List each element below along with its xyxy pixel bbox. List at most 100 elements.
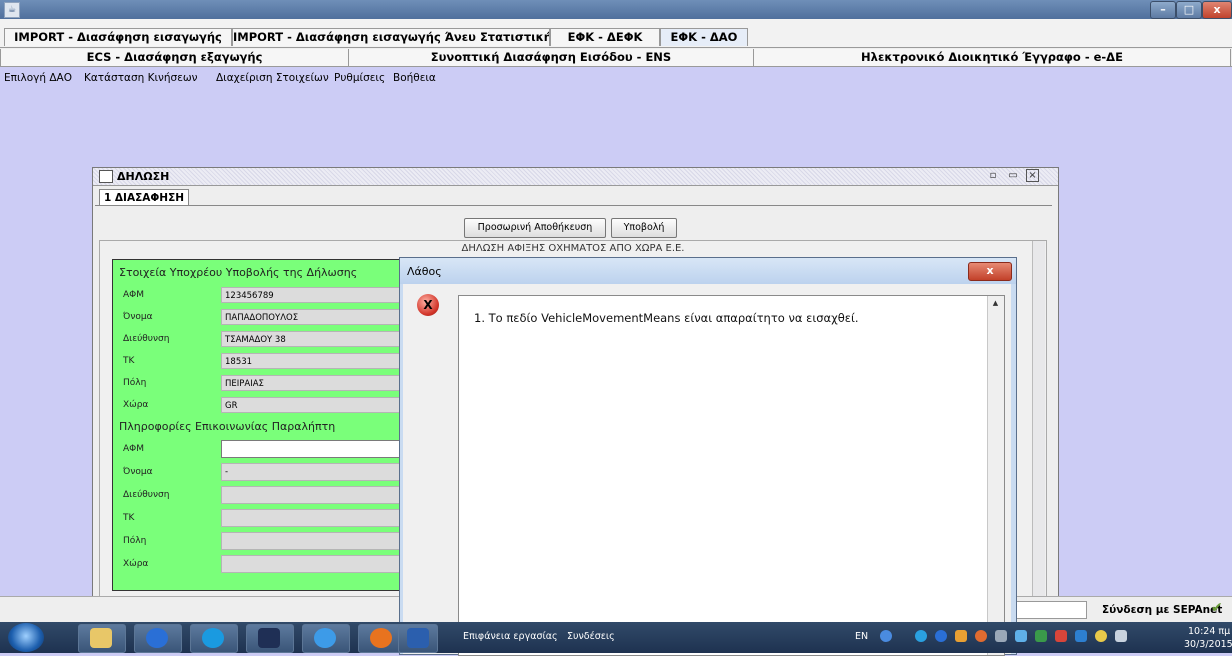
scroll-up-icon[interactable]: ▲ xyxy=(991,299,1000,308)
frame-restore-icon[interactable]: ▭ xyxy=(1006,169,1020,183)
form-heading: ΔΗΛΩΣΗ ΑΦΙΞΗΣ ΟΧΗΜΑΤΟΣ ΑΠΟ ΧΩΡΑ Ε.Ε. xyxy=(461,243,685,254)
system-tray: EN xyxy=(825,626,1127,648)
recipient-afm-field[interactable] xyxy=(221,440,403,458)
recipient-section-title: Πληροφορίες Επικοινωνίας Παραλήπτη xyxy=(119,420,336,433)
chrome-icon xyxy=(146,628,168,648)
recipient-country-label: Χώρα xyxy=(123,559,149,569)
tab-declaration[interactable]: 1 ΔΙΑΣΑΦΗΣΗ xyxy=(99,189,189,206)
tray-bell-icon[interactable] xyxy=(995,630,1007,642)
tray-drive-icon[interactable] xyxy=(1035,630,1047,642)
declarant-address-label: Διεύθυνση xyxy=(123,334,170,344)
status-field xyxy=(1015,601,1087,619)
declarant-postcode-label: ΤΚ xyxy=(123,356,135,366)
tab-import-no-stats[interactable]: IMPORT - Διασάφηση εισαγωγής Άνευ Στατισ… xyxy=(232,28,550,46)
declarant-city-label: Πόλη xyxy=(123,378,147,388)
taskbar: Επιφάνεια εργασίας Συνδέσεις EN 10:24 πμ… xyxy=(0,622,1232,653)
declarant-country-field[interactable]: GR xyxy=(221,397,403,413)
connections-toolbar[interactable]: Συνδέσεις xyxy=(567,631,615,642)
temporary-save-button[interactable]: Προσωρινή Αποθήκευση xyxy=(464,218,606,238)
tab-ecs-export[interactable]: ECS - Διασάφηση εξαγωγής xyxy=(0,49,349,66)
tray-pdf-icon[interactable] xyxy=(1055,630,1067,642)
minimize-button[interactable]: – xyxy=(1150,1,1176,19)
menu-manage-data[interactable]: Διαχείριση Στοιχείων xyxy=(216,72,329,84)
dialog-body: X 1. Το πεδίο VehicleMovementMeans είναι… xyxy=(403,284,1011,656)
declarant-name-label: Όνομα xyxy=(123,312,153,322)
language-indicator[interactable]: EN xyxy=(855,631,868,642)
error-message: 1. Το πεδίο VehicleMovementMeans είναι α… xyxy=(474,311,859,325)
menu-movement-status[interactable]: Κατάσταση Κινήσεων xyxy=(84,72,198,84)
window-title-bar: ☕ – □ x xyxy=(0,0,1232,19)
frame-icon xyxy=(99,170,113,183)
taskbar-explorer[interactable] xyxy=(78,624,126,653)
tray-chrome-icon[interactable] xyxy=(935,630,947,642)
frame-minimize-icon[interactable]: ▫ xyxy=(986,169,1000,183)
declarant-afm-label: ΑΦΜ xyxy=(123,290,145,300)
declarant-afm-field[interactable]: 123456789 xyxy=(221,287,403,303)
frame-title-bar[interactable]: ΔΗΛΩΣΗ ▫ ▭ × xyxy=(93,168,1058,186)
menu-select-dao[interactable]: Επιλογή ΔΑΟ xyxy=(4,72,72,84)
clock-time[interactable]: 10:24 πμ xyxy=(1188,626,1230,637)
tray-security-icon[interactable] xyxy=(975,630,987,642)
tab-ens[interactable]: Συνοπτική Διασάφηση Εισόδου - ENS xyxy=(348,49,754,66)
message-scrollbar[interactable]: ▲ xyxy=(987,296,1004,655)
ie-icon xyxy=(314,628,336,648)
recipient-country-field[interactable] xyxy=(221,555,403,573)
help-icon[interactable] xyxy=(880,630,892,642)
taskbar-word[interactable] xyxy=(398,624,438,653)
recipient-address-field[interactable] xyxy=(221,486,403,504)
menu-help[interactable]: Βοήθεια xyxy=(393,72,436,84)
parties-panel: Στοιχεία Υποχρέου Υποβολής της Δήλωσης Α… xyxy=(112,259,404,591)
module-tabs-row-2: ECS - Διασάφηση εξαγωγής Συνοπτική Διασά… xyxy=(0,48,1232,67)
recipient-afm-label: ΑΦΜ xyxy=(123,444,145,454)
dialog-title: Λάθος xyxy=(407,265,442,278)
tray-volume-icon[interactable] xyxy=(1115,630,1127,642)
dialog-close-button[interactable]: x xyxy=(968,262,1012,281)
menu-bar: Επιλογή ΔΑΟ Κατάσταση Κινήσεων Διαχείρισ… xyxy=(0,67,1232,89)
folder-icon xyxy=(90,628,112,648)
menu-settings[interactable]: Ρυθμίσεις xyxy=(334,72,385,84)
clock-date[interactable]: 30/3/2015 xyxy=(1184,639,1232,650)
sepanet-status: Σύνδεση με SEPAnet xyxy=(1102,604,1223,616)
tab-e-de[interactable]: Ηλεκτρονικό Διοικητικό Έγγραφο - e-ΔΕ xyxy=(753,49,1231,66)
recipient-postcode-field[interactable] xyxy=(221,509,403,527)
sepa-icon xyxy=(258,628,280,648)
tab-import[interactable]: IMPORT - Διασάφηση εισαγωγής xyxy=(4,28,232,46)
taskbar-skype[interactable] xyxy=(190,624,238,653)
declarant-country-label: Χώρα xyxy=(123,400,149,410)
tray-network-icon[interactable] xyxy=(1015,630,1027,642)
declarant-address-field[interactable]: ΤΣΑΜΑΔΟΥ 38 xyxy=(221,331,403,347)
tab-efk-dao[interactable]: ΕΦΚ - ΔΑΟ xyxy=(660,28,748,46)
frame-title: ΔΗΛΩΣΗ xyxy=(117,170,170,183)
tab-efk-defk[interactable]: ΕΦΚ - ΔΕΦΚ xyxy=(550,28,660,46)
frame-close-icon[interactable]: × xyxy=(1026,169,1039,182)
tray-app-icon[interactable] xyxy=(915,630,927,642)
declarant-name-field[interactable]: ΠΑΠΑΔΟΠΟΥΛΟΣ xyxy=(221,309,403,325)
declarant-postcode-field[interactable]: 18531 xyxy=(221,353,403,369)
taskbar-sepa[interactable] xyxy=(246,624,294,653)
firefox-icon xyxy=(370,628,392,648)
tray-misc-icon[interactable] xyxy=(1095,630,1107,642)
app-window-icon[interactable]: ☕ xyxy=(4,2,20,18)
recipient-postcode-label: ΤΚ xyxy=(123,513,135,523)
close-window-button[interactable]: x xyxy=(1202,1,1232,19)
recipient-name-field[interactable]: - xyxy=(221,463,403,481)
tray-sync-icon[interactable] xyxy=(1075,630,1087,642)
taskbar-ie[interactable] xyxy=(302,624,350,653)
desktop-toolbar[interactable]: Επιφάνεια εργασίας xyxy=(463,631,558,642)
maximize-button[interactable]: □ xyxy=(1176,1,1202,19)
declarant-section-title: Στοιχεία Υποχρέου Υποβολής της Δήλωσης xyxy=(119,266,358,279)
connection-ok-icon: ✔ xyxy=(1211,600,1223,616)
recipient-address-label: Διεύθυνση xyxy=(123,490,170,500)
recipient-city-field[interactable] xyxy=(221,532,403,550)
declarant-city-field[interactable]: ΠΕΙΡΑΙΑΣ xyxy=(221,375,403,391)
error-message-box[interactable]: 1. Το πεδίο VehicleMovementMeans είναι α… xyxy=(458,295,1005,656)
form-vertical-scrollbar[interactable] xyxy=(1032,241,1045,609)
tab-divider xyxy=(95,205,1052,206)
tray-update-icon[interactable] xyxy=(955,630,967,642)
submit-button[interactable]: Υποβολή xyxy=(611,218,677,238)
module-tabs-row-1: IMPORT - Διασάφηση εισαγωγής IMPORT - Δι… xyxy=(0,19,1232,48)
start-button[interactable] xyxy=(8,623,44,652)
taskbar-chrome[interactable] xyxy=(134,624,182,653)
error-icon: X xyxy=(417,294,439,316)
dialog-title-bar[interactable]: Λάθος x xyxy=(400,258,1016,284)
